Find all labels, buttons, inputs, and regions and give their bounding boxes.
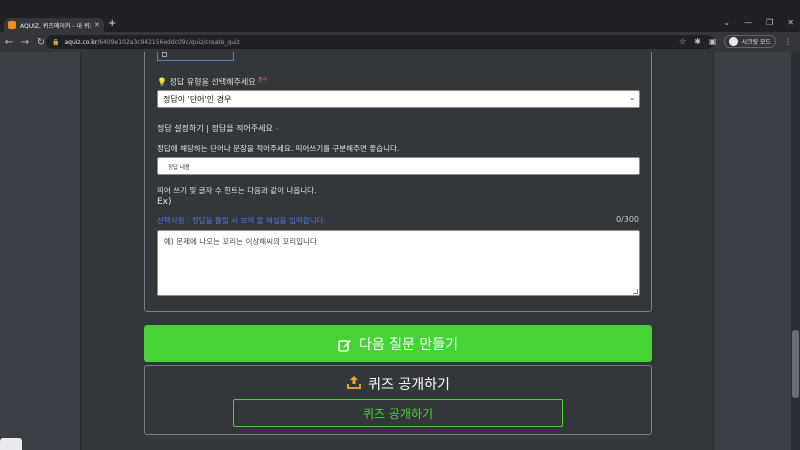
answer-type-label: 💡 정답 유형을 선택해주세요 필수: [157, 77, 268, 87]
sidebar-icon[interactable]: ▣: [709, 37, 717, 46]
profile-label: 시크릿 모드: [741, 39, 771, 46]
answer-setting-mark: -: [275, 124, 279, 133]
menu-dots-icon[interactable]: ⋮: [784, 37, 792, 46]
question-card: 💡 정답 유형을 선택해주세요 필수 정답이 '단어'인 경우 ⌄ 정답 설정하…: [144, 52, 652, 312]
explanation-placeholder: 예) 문제에 나오는 꼬리는 이상해씨의 꼬리입니다: [164, 237, 317, 246]
star-icon[interactable]: ☆: [679, 37, 686, 46]
restore-icon[interactable]: ❐: [766, 18, 773, 27]
window-controls: ⌄ — ❐ ✕: [723, 18, 794, 27]
forward-icon[interactable]: →: [18, 37, 32, 48]
site-favicon-icon: [8, 21, 16, 29]
page-scrollbar[interactable]: [791, 52, 800, 450]
explanation-textarea[interactable]: 예) 문제에 나오는 꼬리는 이상해씨의 꼬리입니다: [157, 230, 640, 296]
incognito-avatar-icon: [729, 37, 739, 46]
resize-handle[interactable]: [633, 289, 638, 294]
next-question-label: 다음 질문 만들기: [358, 336, 459, 353]
partial-button[interactable]: [157, 52, 234, 61]
image-icon: [162, 52, 167, 57]
answer-type-value: 정답이 '단어'인 경우: [163, 95, 232, 104]
tab-close-icon[interactable]: ✕: [94, 21, 100, 29]
new-tab-icon[interactable]: +: [108, 18, 116, 29]
floating-widget[interactable]: [0, 438, 22, 450]
profile-button[interactable]: 시크릿 모드: [724, 35, 776, 48]
chevron-down-icon[interactable]: ⌄: [723, 18, 730, 27]
scrollbar-thumb[interactable]: [792, 330, 799, 398]
browser-tab[interactable]: AQUIZ, 퀴즈메이커 - 내 퀴즈 만 ✕: [4, 18, 104, 32]
answer-type-select[interactable]: 정답이 '단어'인 경우 ⌄: [157, 90, 640, 108]
answer-help-text: 정답에 해당하는 단어나 문장을 적어주세요. 띄어쓰기를 구분해주면 좋습니다…: [157, 144, 400, 153]
publish-card: 퀴즈 공개하기 퀴즈 공개하기: [144, 365, 652, 435]
page-viewport: 💡 정답 유형을 선택해주세요 필수 정답이 '단어'인 경우 ⌄ 정답 설정하…: [0, 52, 800, 450]
content-column: 💡 정답 유형을 선택해주세요 필수 정답이 '단어'인 경우 ⌄ 정답 설정하…: [80, 52, 714, 450]
chevron-down-icon: ⌄: [629, 94, 635, 102]
optional-explanation-label: 선택사항 : 정답을 틀릴 시 보여 줄 해설을 입력합니다.: [157, 216, 326, 225]
publish-title: 퀴즈 공개하기: [145, 374, 651, 394]
edit-icon: [338, 337, 352, 352]
answer-placeholder: 정답 내용: [168, 165, 190, 171]
publish-title-text: 퀴즈 공개하기: [368, 377, 450, 393]
answer-setting-label: 정답 설정하기 | 정답을 적어주세요 -: [157, 124, 279, 133]
tab-title: AQUIZ, 퀴즈메이커 - 내 퀴즈 만: [20, 22, 91, 30]
char-counter: 0/300: [615, 215, 639, 224]
url-host: aquiz.co.kr: [64, 38, 98, 46]
lock-icon[interactable]: 🔒: [52, 39, 59, 46]
url-path: /6409e102a3c942156eddc09c/quiz/create_qu…: [97, 38, 240, 46]
answer-input[interactable]: 정답 내용: [157, 157, 640, 175]
example-label: Ex): [157, 197, 172, 207]
extensions-icon[interactable]: ✱: [694, 37, 701, 46]
browser-tabbar: AQUIZ, 퀴즈메이커 - 내 퀴즈 만 ✕ + ⌄ — ❐ ✕: [0, 0, 800, 32]
browser-toolbar: ← → ↻ 🔒 aquiz.co.kr /6409e102a3c942156ed…: [0, 32, 800, 52]
toolbar-icons: ☆ ✱ ▣ 시크릿 모드 ⋮: [679, 35, 792, 48]
lightbulb-icon: 💡: [157, 77, 167, 87]
close-window-icon[interactable]: ✕: [787, 18, 794, 27]
back-icon[interactable]: ←: [2, 37, 16, 48]
required-mark: 필수: [258, 77, 268, 83]
next-question-button[interactable]: 다음 질문 만들기: [144, 325, 652, 362]
address-bar[interactable]: 🔒 aquiz.co.kr /6409e102a3c942156eddc09c/…: [46, 35, 714, 49]
minimize-icon[interactable]: —: [744, 18, 752, 27]
publish-button-label: 퀴즈 공개하기: [362, 406, 434, 421]
hint-info-text: 띄어 쓰기 및 글자 수 힌트는 다음과 같이 나옵니다.: [157, 186, 317, 195]
publish-quiz-button[interactable]: 퀴즈 공개하기: [233, 399, 563, 427]
upload-icon: [346, 374, 362, 394]
